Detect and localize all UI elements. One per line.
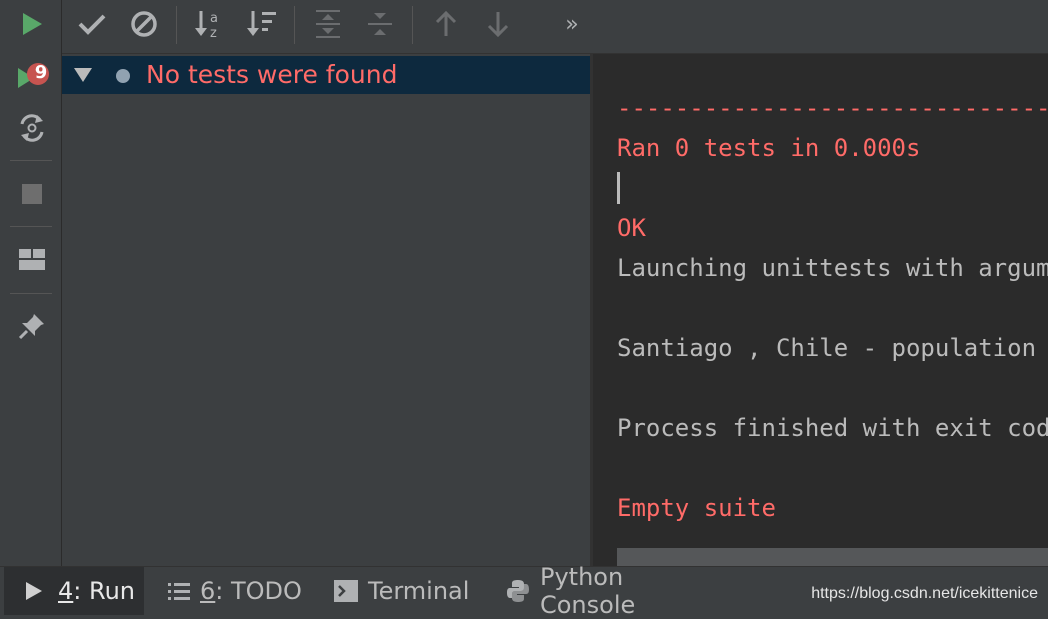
arrow-down-icon [487,12,509,38]
tree-row-root[interactable]: No tests were found [62,56,590,94]
tool-window-bar: 4: Run 6: TODO Terminal Python Console h… [0,563,1048,619]
collapse-all-icon [368,13,392,35]
next-failed-button[interactable] [478,2,518,46]
tab-python-console-label: Python Console [539,563,636,619]
watermark-url: https://blog.csdn.net/icekittenice [811,585,1038,602]
svg-text:a: a [210,11,218,26]
tab-run-number: 4 [58,577,74,605]
tab-terminal-label: Terminal [368,577,470,605]
list-icon [168,583,190,600]
expand-all-icon [316,10,340,38]
terminal-icon [334,580,358,602]
pin-tab-button[interactable] [12,306,52,346]
console-line-program-output: Santiago , Chile - population 5000000 [617,334,1037,362]
expand-arrow-icon[interactable] [74,68,92,82]
sort-alphabetically-button[interactable]: a z [190,2,230,46]
stop-icon [22,184,42,204]
sort-by-duration-icon [247,11,276,36]
run-icon [23,13,42,35]
sort-alphabetically-icon: a z [195,11,218,40]
test-status-dot-icon [116,69,130,83]
tab-run-label: : Run [73,577,136,605]
toggle-auto-test-button[interactable] [12,108,52,148]
toolbar-separator [176,6,177,44]
block-icon [131,11,157,37]
console-line-ran-tests: Ran 0 tests in 0.000s [617,134,921,162]
tab-todo-label: : TODO [215,577,302,605]
sort-by-duration-button[interactable] [242,2,282,46]
toolbar-separator [412,6,413,44]
show-ignored-button[interactable] [124,2,164,46]
previous-failed-button[interactable] [426,2,466,46]
console-output[interactable]: ----------------------------------------… [593,54,1048,566]
stop-button[interactable] [12,174,52,214]
tab-todo-number: 6 [200,577,216,605]
console-line-process-finished: Process finished with exit code 0 [617,414,1048,442]
more-icon: » [565,11,579,37]
layout-button[interactable] [12,240,52,280]
console-line-empty-suite: Empty suite [617,494,776,522]
collapse-all-button[interactable] [360,2,400,46]
tab-terminal[interactable]: Terminal [334,567,484,615]
console-line-ok: OK [617,214,646,242]
svg-text:z: z [210,26,217,40]
python-icon [506,580,529,602]
toolbar-separator [294,6,295,44]
expand-all-button[interactable] [308,2,348,46]
layout-icon [19,249,45,270]
rerun-failed-button[interactable]: 9 [12,56,52,96]
console-line-launching: Launching unittests with arguments [617,254,1048,282]
test-tree-toolbar: a z » [62,0,1048,54]
tab-run[interactable]: 4: Run [4,567,144,615]
pin-icon [18,314,44,340]
rerun-failed-badge: 9 [34,62,48,83]
tab-todo[interactable]: 6: TODO [168,567,318,615]
toggle-auto-test-icon [20,114,44,142]
test-tree-panel: No tests were found [62,54,592,566]
run-icon [26,582,42,600]
check-icon [78,14,106,35]
toolbar-overflow-button[interactable]: » [552,2,592,46]
console-separator-line: ----------------------------------------… [617,94,1048,122]
show-passed-button[interactable] [72,2,112,46]
tab-python-console[interactable]: Python Console [506,563,726,619]
text-caret [617,172,620,204]
toolbar-separator [10,160,52,161]
arrow-up-icon [435,10,457,36]
run-button[interactable] [12,4,52,44]
run-side-toolbar: 9 [0,0,62,566]
toolbar-separator [10,226,52,227]
tree-item-label: No tests were found [146,60,398,89]
toolbar-separator [10,293,52,294]
